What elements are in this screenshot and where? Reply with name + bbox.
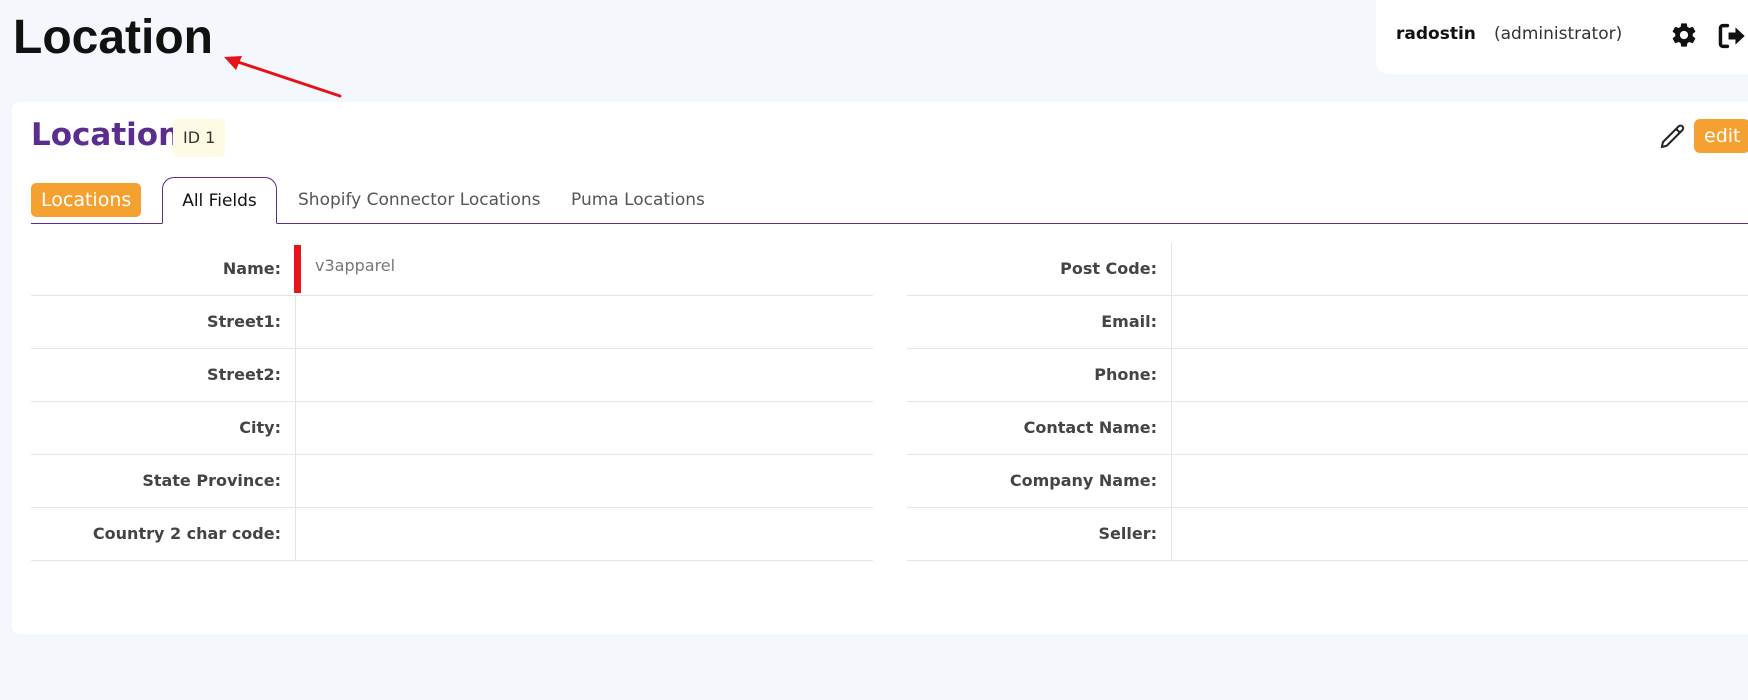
fields-right-column: Post Code: Email: Phone: Contact Name: C… (907, 243, 1748, 561)
field-label: Seller: (1098, 524, 1157, 543)
field-divider (1171, 296, 1172, 348)
field-label: Post Code: (1060, 259, 1157, 278)
field-divider (295, 508, 296, 560)
field-row-state-province: State Province: (31, 455, 873, 508)
id-badge: ID 1 (173, 119, 226, 157)
field-row-country-code: Country 2 char code: (31, 508, 873, 561)
field-label: Name: (222, 259, 281, 278)
field-divider (1171, 349, 1172, 401)
field-label: Country 2 char code: (92, 524, 281, 543)
user-box: radostin (administrator) (1376, 0, 1748, 74)
pencil-icon[interactable] (1658, 122, 1688, 152)
card-title: Location (31, 117, 181, 153)
required-marker (294, 245, 301, 293)
user-role: (administrator) (1494, 24, 1623, 44)
field-row-street1: Street1: (31, 296, 873, 349)
field-row-name: Name: v3apparel (31, 243, 873, 296)
field-divider (295, 455, 296, 507)
locations-button[interactable]: Locations (31, 183, 142, 217)
field-label: Company Name: (1009, 471, 1157, 490)
field-row-email: Email: (907, 296, 1748, 349)
edit-button[interactable]: edit (1694, 119, 1748, 153)
field-row-seller: Seller: (907, 508, 1748, 561)
field-label: Contact Name: (1023, 418, 1157, 437)
user-name: radostin (1396, 24, 1476, 44)
field-row-contact-name: Contact Name: (907, 402, 1748, 455)
field-divider (1171, 508, 1172, 560)
field-divider (295, 349, 296, 401)
field-label: State Province: (142, 471, 281, 490)
field-divider (295, 402, 296, 454)
tab-bar-divider (31, 223, 1748, 224)
field-divider (1171, 455, 1172, 507)
tab-all-fields[interactable]: All Fields (162, 177, 277, 224)
field-divider (295, 296, 296, 348)
tab-puma-locations[interactable]: Puma Locations (571, 177, 705, 223)
field-row-post-code: Post Code: (907, 243, 1748, 296)
field-label: City: (239, 418, 281, 437)
field-row-city: City: (31, 402, 873, 455)
red-arrow-icon (224, 56, 342, 98)
field-label: Street2: (207, 365, 281, 384)
field-divider (1171, 402, 1172, 454)
field-label: Street1: (207, 312, 281, 331)
field-divider (1171, 243, 1172, 295)
gear-icon[interactable] (1670, 21, 1698, 49)
logout-icon[interactable] (1717, 22, 1747, 50)
field-row-phone: Phone: (907, 349, 1748, 402)
location-card: Location ID 1 edit Locations All Fields … (12, 102, 1748, 634)
fields-left-column: Name: v3apparel Street1: Street2: City: … (31, 243, 873, 561)
page-title: Location (13, 11, 213, 64)
field-row-company-name: Company Name: (907, 455, 1748, 508)
field-row-street2: Street2: (31, 349, 873, 402)
field-value[interactable]: v3apparel (315, 243, 395, 295)
tab-shopify-connector-locations[interactable]: Shopify Connector Locations (298, 177, 540, 223)
field-label: Email: (1101, 312, 1157, 331)
field-label: Phone: (1094, 365, 1157, 384)
